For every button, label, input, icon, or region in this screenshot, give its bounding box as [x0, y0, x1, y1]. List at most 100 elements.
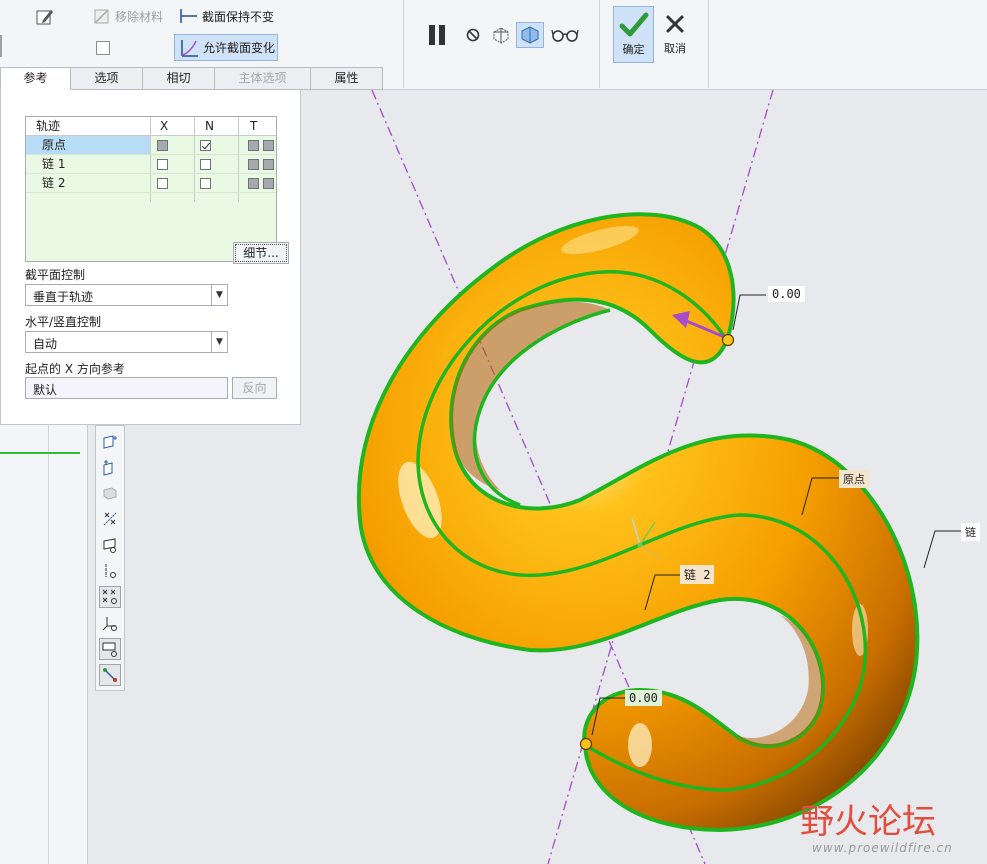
start-point[interactable] [721, 333, 735, 347]
ok-button[interactable]: 确定 [613, 6, 654, 63]
end-point[interactable] [579, 737, 593, 751]
callout-bottom-value[interactable]: 0.00 [625, 690, 662, 706]
allow-section-change-button[interactable]: 允许截面变化 [174, 34, 278, 61]
annotation-icon [102, 642, 117, 657]
x-ref-field[interactable]: 默认 [25, 377, 228, 399]
table-row[interactable]: 链 1 [26, 155, 276, 174]
n-checkbox-chain2[interactable] [200, 178, 211, 189]
section-plane-control-value: 垂直于轨迹 [33, 290, 94, 304]
header-t: T [250, 119, 258, 133]
chevron-down-icon: ▼ [211, 332, 227, 352]
section-keep-constant-button[interactable]: 截面保持不变 [178, 7, 274, 25]
pause-icon [429, 25, 445, 45]
glasses-icon [551, 29, 579, 42]
hv-control-value: 自动 [33, 337, 58, 351]
callout-chain2[interactable]: 链 2 [680, 565, 715, 584]
callout-top-value[interactable]: 0.00 [768, 286, 805, 302]
x-checkbox-chain2[interactable] [157, 178, 168, 189]
tab-properties[interactable]: 属性 [311, 67, 383, 90]
datum-point-button[interactable] [99, 508, 121, 530]
trajectory-table[interactable]: 轨迹 X N T 原点 链 1 链 2 [25, 116, 277, 262]
axis-icon [103, 460, 113, 476]
tree-divider [48, 425, 49, 864]
t-checkbox-chain1-b[interactable] [263, 159, 274, 170]
geometry-preview-icon [493, 27, 509, 44]
table-row[interactable]: 原点 [26, 136, 276, 155]
header-n: N [205, 119, 214, 133]
check-icon [619, 12, 648, 37]
remove-material-button[interactable]: 移除材料 [93, 7, 163, 25]
references-panel: 轨迹 X N T 原点 链 1 链 2 细节... 截平面控制 垂直于轨迹 ▼ … [0, 90, 301, 425]
tab-options[interactable]: 选项 [71, 67, 143, 90]
cancel-button[interactable]: 取消 [658, 8, 692, 63]
ribbon-separator-1 [403, 0, 404, 88]
hv-control-label: 水平/竖直控制 [25, 315, 102, 329]
x-ref-label: 起点的 X 方向参考 [25, 362, 125, 376]
pencil-edit-icon [36, 10, 53, 25]
spin-center-icon [103, 668, 117, 682]
t-checkbox-chain1-a[interactable] [248, 159, 259, 170]
n-checkbox-origin[interactable] [200, 140, 211, 151]
plane-display-icon [103, 538, 116, 553]
csys-display-button[interactable] [99, 612, 121, 634]
datum-toolbar [95, 425, 125, 691]
t-checkbox-chain2-a[interactable] [248, 178, 259, 189]
datum-axis-button[interactable] [99, 456, 121, 478]
flip-button[interactable]: 反向 [232, 377, 277, 399]
section-plane-control-label: 截平面控制 [25, 268, 86, 282]
block-icon [103, 487, 117, 500]
callout-chain-right[interactable]: 链 [961, 523, 980, 541]
plane-display-button[interactable] [99, 534, 121, 556]
row-name: 原点 [42, 138, 67, 152]
datum-plane-button[interactable] [99, 430, 121, 452]
feature-preview-icon [521, 26, 539, 44]
axis-display-icon [105, 564, 116, 578]
pause-button[interactable] [424, 22, 450, 48]
x-checkbox-origin[interactable] [157, 140, 168, 151]
section-plane-control-select[interactable]: 垂直于轨迹 ▼ [25, 284, 228, 306]
n-checkbox-chain1[interactable] [200, 159, 211, 170]
point-display-button[interactable] [99, 586, 121, 608]
no-preview-button[interactable] [463, 25, 483, 45]
ribbon-separator-3 [708, 0, 709, 88]
dashboard-tabs: 参考 选项 相切 主体选项 属性 [0, 67, 383, 90]
tree-selection-line [0, 452, 80, 454]
constant-section-icon [180, 9, 197, 23]
csys-icon [102, 617, 117, 631]
x-ref-value: 默认 [33, 383, 58, 397]
remove-material-label: 移除材料 [115, 9, 164, 24]
sketch-button[interactable] [34, 6, 56, 28]
preview-geometry-button[interactable] [490, 24, 512, 46]
thin-feature-checkbox[interactable] [96, 41, 110, 55]
ribbon-separator-2 [599, 0, 600, 88]
watermark-text: 野火论坛 [800, 802, 936, 842]
tab-body-options[interactable]: 主体选项 [215, 67, 311, 90]
feature-preview-button[interactable] [516, 22, 544, 48]
model-tree-area[interactable] [0, 425, 88, 864]
t-checkbox-origin-b[interactable] [263, 140, 274, 151]
row-name: 链 2 [42, 176, 66, 190]
spin-center-button[interactable] [99, 664, 121, 686]
x-checkbox-chain1[interactable] [157, 159, 168, 170]
cancel-label: 取消 [664, 42, 686, 55]
variable-section-icon [181, 39, 198, 57]
callout-origin[interactable]: 原点 [839, 470, 869, 488]
tab-tangency[interactable]: 相切 [143, 67, 215, 90]
verify-mode-button[interactable] [550, 24, 580, 46]
watermark-url: www.proewildfire.cn [812, 841, 953, 855]
ok-label: 确定 [622, 43, 645, 56]
header-x: X [160, 119, 169, 133]
annotation-display-button[interactable] [99, 638, 121, 660]
no-preview-icon [466, 28, 480, 42]
t-checkbox-chain2-b[interactable] [263, 178, 274, 189]
table-row[interactable]: 链 2 [26, 174, 276, 193]
details-button[interactable]: 细节... [233, 242, 289, 264]
header-trajectory: 轨迹 [36, 119, 61, 133]
datum-disabled-button[interactable] [99, 482, 121, 504]
axis-display-button[interactable] [99, 560, 121, 582]
watermark-logo: 野火论坛 [800, 794, 936, 843]
tab-references[interactable]: 参考 [0, 67, 71, 90]
t-checkbox-origin-a[interactable] [248, 140, 259, 151]
hv-control-select[interactable]: 自动 ▼ [25, 331, 228, 353]
point-icon [103, 512, 117, 526]
